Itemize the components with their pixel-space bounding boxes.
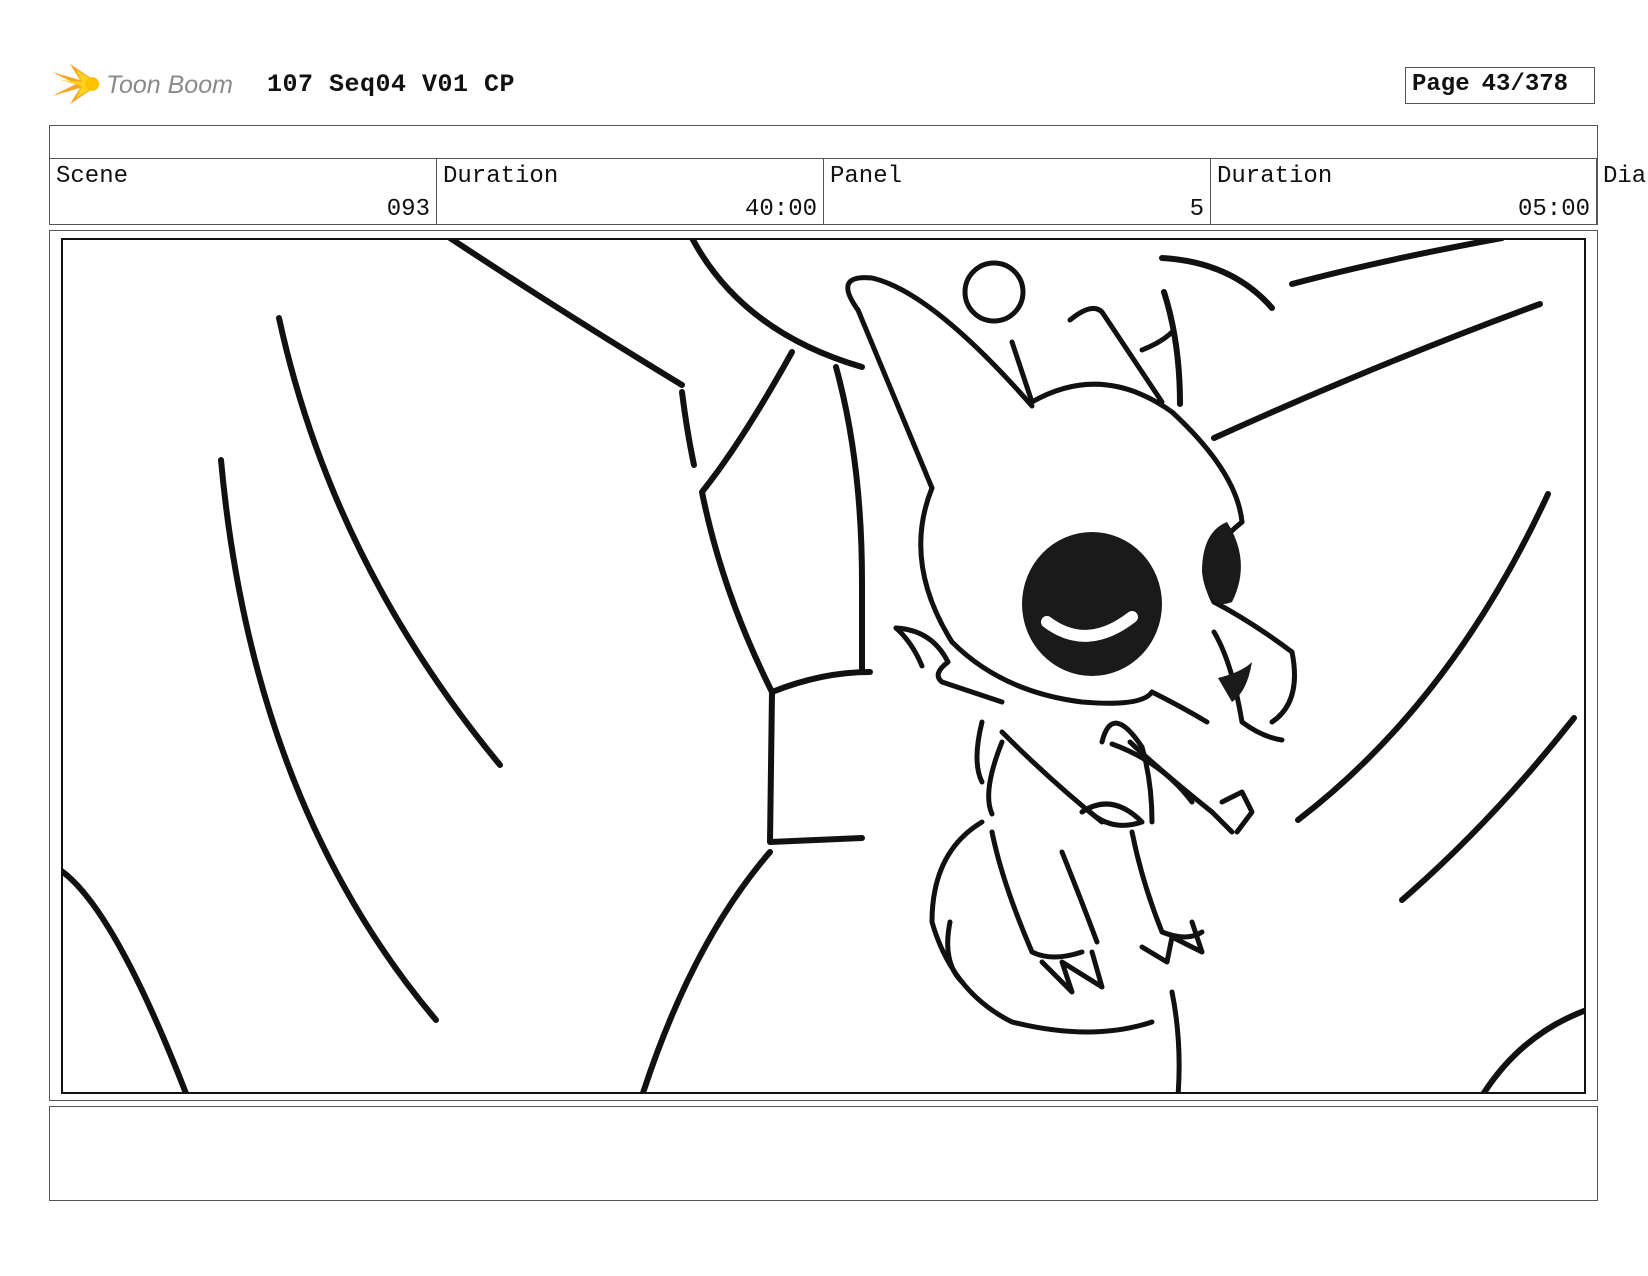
toon-boom-logo: Toon Boom [50,56,250,112]
page-number: 43/378 [1481,71,1569,98]
background-lines [63,240,1584,1092]
scene-value: 093 [386,196,430,223]
panel-frame [61,238,1586,1094]
starburst-icon [52,64,100,104]
page-label: Page [1412,71,1470,98]
info-row: Scene 093 Duration 40:00 Panel 5 Duratio… [49,158,1646,225]
panel-label: Panel [830,163,903,190]
panel-duration-value: 05:00 [1517,196,1590,223]
panel-cell: Panel 5 [824,159,1211,224]
header-blank-row [49,125,1598,159]
page-indicator: Page 43/378 [1405,67,1595,104]
toon-boom-logo-icon: Toon Boom [52,64,233,104]
dialog-cell: Dia [1597,159,1647,224]
project-title: 107 Seq04 V01 CP [267,70,516,99]
panel-value: 5 [1189,196,1204,223]
panel-notes-box [49,1106,1598,1201]
logo-text: Toon Boom [106,71,233,99]
creature-eyes [1022,522,1252,702]
scene-duration-cell: Duration 40:00 [437,159,824,224]
scene-duration-label: Duration [443,163,559,190]
panel-duration-label: Duration [1217,163,1333,190]
scene-duration-value: 40:00 [744,196,817,223]
panel-duration-cell: Duration 05:00 [1211,159,1597,224]
dialog-label: Dia [1603,163,1647,190]
storyboard-sketch [63,240,1584,1092]
scene-cell: Scene 093 [50,159,437,224]
scene-label: Scene [56,163,129,190]
